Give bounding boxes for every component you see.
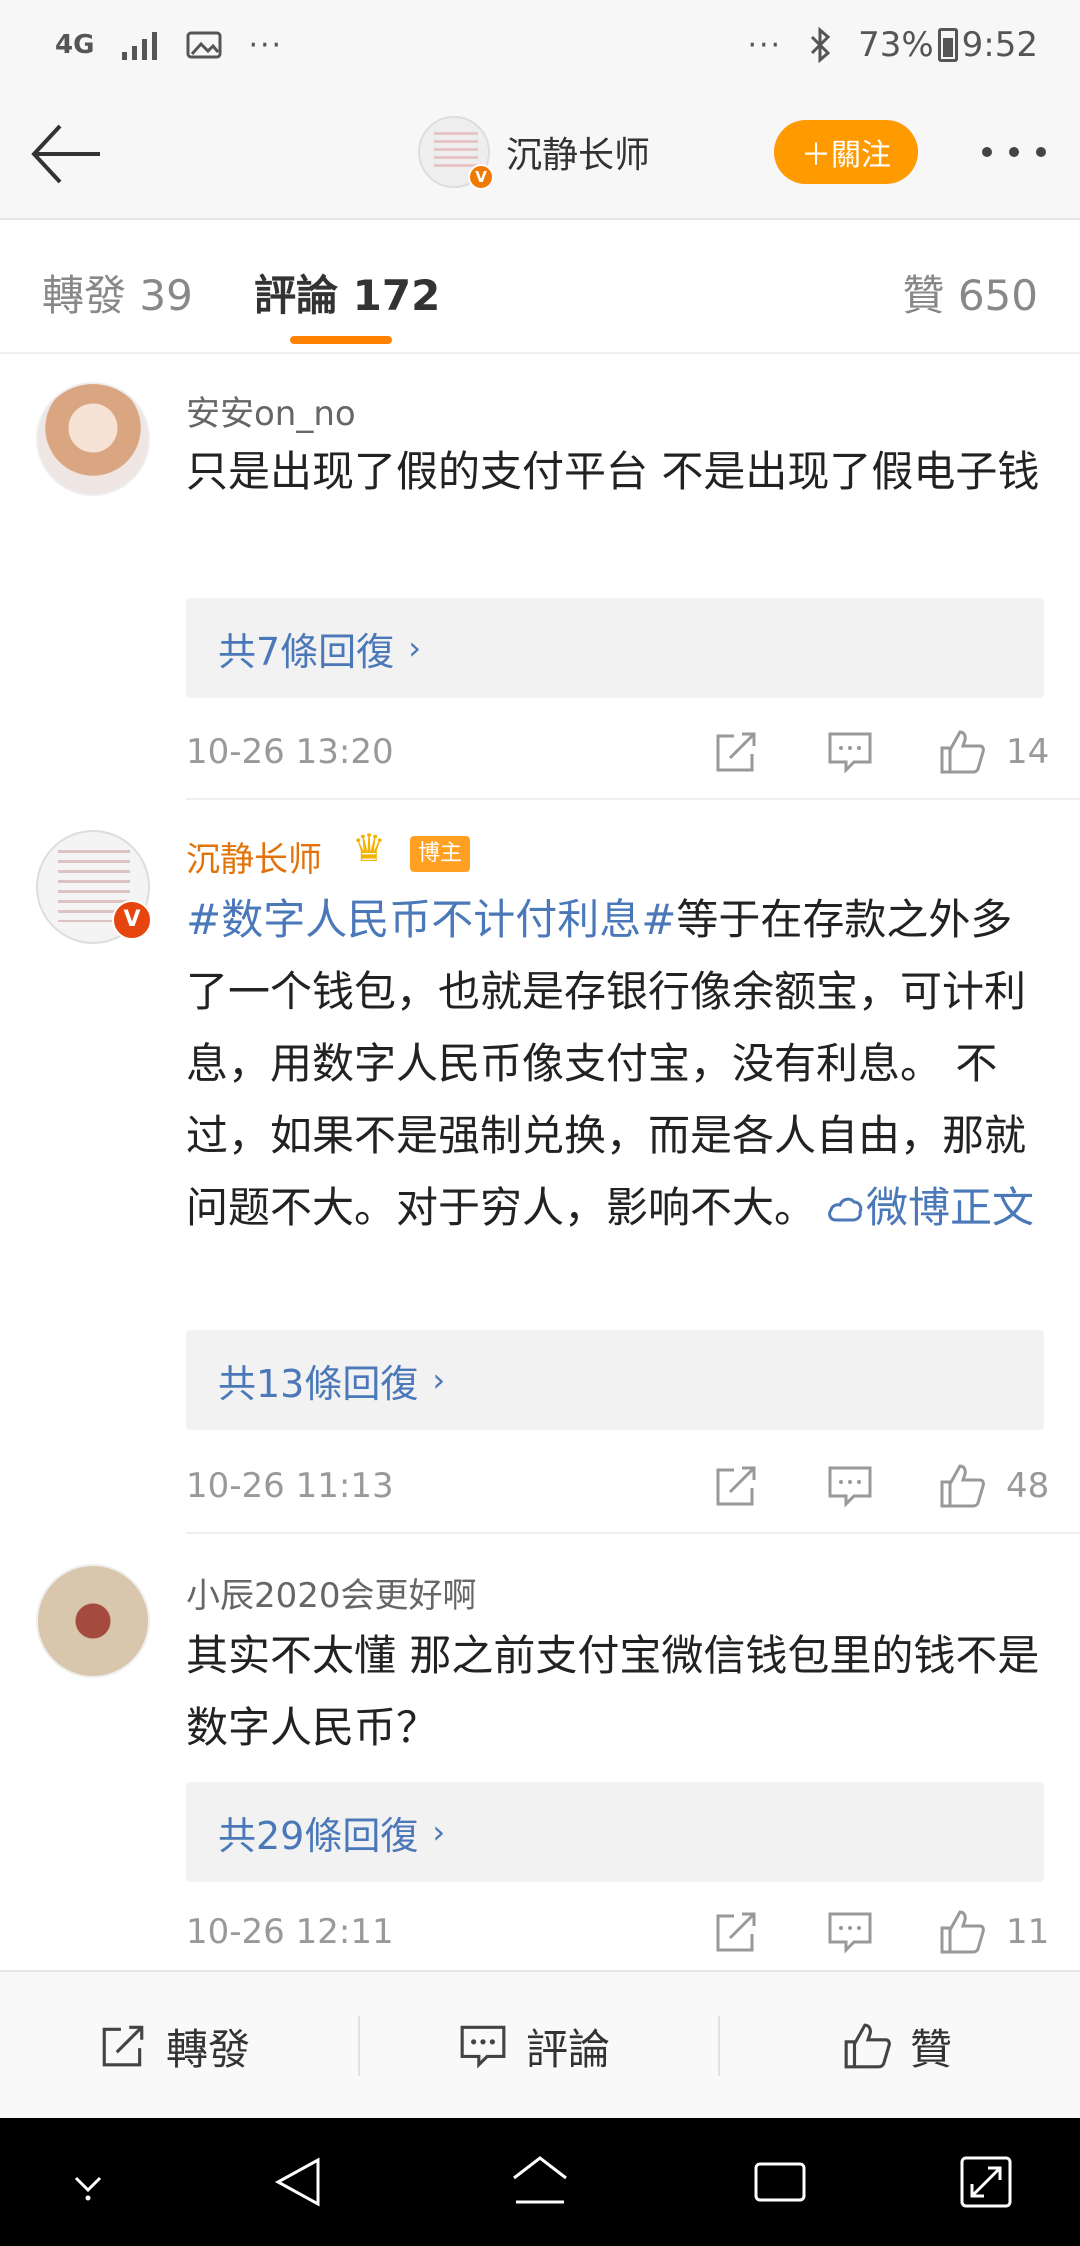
divider <box>186 798 1080 800</box>
comment-icon <box>460 2025 506 2069</box>
tab-bar: 轉發 39 評論 172 贊 650 <box>0 222 1080 354</box>
like-count: 48 <box>1006 1466 1050 1506</box>
author-name[interactable]: 沉静长师 <box>506 126 650 178</box>
active-tab-indicator <box>290 336 392 344</box>
blogger-badge: 博主 <box>410 836 471 872</box>
bottom-action-bar: 轉發 評論 贊 <box>0 1970 1080 2118</box>
comment-button[interactable]: 評論 <box>458 1972 610 2120</box>
system-nav-bar <box>0 2118 1080 2246</box>
battery-percent: 73% <box>858 25 934 65</box>
weibo-link-label: 微博正文 <box>866 1183 1035 1232</box>
share-icon[interactable] <box>712 728 760 776</box>
crown-icon: ♛ <box>352 826 387 870</box>
repost-icon <box>102 2025 144 2067</box>
chevron-right-icon: › <box>432 1813 446 1851</box>
commenter-name[interactable]: 安安on_no <box>186 386 356 435</box>
separator <box>358 2016 360 2076</box>
like-icon[interactable] <box>938 728 986 776</box>
commenter-avatar[interactable]: V <box>36 830 152 944</box>
view-replies-button[interactable]: 共13條回復 › <box>186 1330 1044 1430</box>
comment-body: 等于在存款之外多了一个钱包，也就是存银行像余额宝，可计利息，用数字人民币像支付宝… <box>186 895 1027 1232</box>
separator <box>718 2016 720 2076</box>
bluetooth-icon <box>811 27 831 63</box>
commenter-avatar[interactable] <box>36 1564 150 1678</box>
comment-item: 小辰2020会更好啊 其实不太懂 那之前支付宝微信钱包里的钱不是数字人民币？ 共… <box>0 1536 1080 1968</box>
comment-text: 只是出现了假的支付平台 不是出现了假电子钱 <box>186 447 1040 496</box>
like-count: 11 <box>1006 1912 1050 1952</box>
comment-item: V 沉静长师 ♛ 博主 #数字人民币不计付利息#等于在存款之外多了一个钱包，也就… <box>0 802 1080 1534</box>
more-status: ··· <box>747 27 783 63</box>
tab-likes[interactable]: 贊 650 <box>902 262 1038 323</box>
signal-icon <box>122 32 158 60</box>
thumbs-up-icon <box>844 2023 891 2069</box>
commenter-avatar[interactable] <box>36 382 150 496</box>
hide-keyboard-icon[interactable] <box>56 2152 120 2212</box>
commenter-name[interactable]: 沉静长师 <box>186 832 322 881</box>
comment-meta: 10-26 13:20 14 <box>186 724 1049 780</box>
replies-count-label: 共7條回復 <box>218 629 395 674</box>
comment-meta: 10-26 11:13 48 <box>186 1458 1049 1514</box>
share-icon[interactable] <box>712 1908 760 1956</box>
tab-comments[interactable]: 評論 172 <box>254 262 440 323</box>
comment-text: 其实不太懂 那之前支付宝微信钱包里的钱不是数字人民币？ <box>186 1631 1040 1752</box>
like-icon[interactable] <box>938 1908 986 1956</box>
comment-text: #数字人民币不计付利息#等于在存款之外多了一个钱包，也就是存银行像余额宝，可计利… <box>186 884 1046 1244</box>
reply-icon[interactable] <box>826 728 874 776</box>
verified-badge-icon: V <box>468 164 494 190</box>
verified-badge-icon: V <box>112 900 152 940</box>
like-label: 贊 <box>910 2024 953 2074</box>
author-avatar[interactable]: V <box>418 116 494 190</box>
comment-meta: 10-26 12:11 11 <box>186 1904 1049 1960</box>
more-notifications: ··· <box>248 27 284 63</box>
chevron-right-icon: › <box>432 1361 446 1399</box>
clock: 9:52 <box>961 25 1038 65</box>
comment-label: 評論 <box>526 2024 611 2074</box>
back-arrow-icon[interactable] <box>28 120 104 188</box>
follow-button[interactable]: ＋關注 <box>774 120 918 184</box>
like-icon[interactable] <box>938 1462 986 1510</box>
comment-timestamp: 10-26 12:11 <box>186 1912 394 1952</box>
comment-timestamp: 10-26 11:13 <box>186 1466 394 1506</box>
recent-apps-icon[interactable] <box>748 2152 812 2212</box>
repost-button[interactable]: 轉發 <box>98 1972 250 2120</box>
top-header: V 沉静长师 ＋關注 <box>0 90 1080 220</box>
replies-count-label: 共13條回復 <box>218 1361 419 1406</box>
commenter-name[interactable]: 小辰2020会更好啊 <box>186 1568 477 1617</box>
back-nav-icon[interactable] <box>268 2152 332 2212</box>
view-replies-button[interactable]: 共7條回復 › <box>186 598 1044 698</box>
repost-label: 轉發 <box>166 2024 251 2074</box>
network-indicator: 4G <box>55 30 95 60</box>
fullscreen-icon[interactable] <box>954 2152 1018 2212</box>
weibo-link[interactable]: 微博正文 <box>816 1183 1034 1232</box>
comment-item: 安安on_no 只是出现了假的支付平台 不是出现了假电子钱 共7條回復 › 10… <box>0 356 1080 800</box>
reply-icon[interactable] <box>826 1908 874 1956</box>
author-info[interactable]: V 沉静长师 <box>418 116 650 190</box>
share-icon[interactable] <box>712 1462 760 1510</box>
divider <box>186 1532 1080 1534</box>
more-options-icon[interactable] <box>978 130 1050 174</box>
reply-icon[interactable] <box>826 1462 874 1510</box>
like-button[interactable]: 贊 <box>842 1972 952 2120</box>
link-icon <box>828 1197 863 1222</box>
like-count: 14 <box>1006 732 1050 772</box>
tab-reposts[interactable]: 轉發 39 <box>42 262 193 323</box>
view-replies-button[interactable]: 共29條回復 › <box>186 1782 1044 1882</box>
image-icon <box>186 31 222 59</box>
chevron-right-icon: › <box>408 629 421 667</box>
hashtag-link[interactable]: #数字人民币不计付利息# <box>186 895 676 944</box>
replies-count-label: 共29條回復 <box>218 1813 419 1858</box>
home-nav-icon[interactable] <box>508 2152 572 2212</box>
comment-timestamp: 10-26 13:20 <box>186 732 394 772</box>
battery-icon <box>937 28 958 62</box>
status-bar: 4G ··· ··· 73% 9:52 <box>0 0 1080 90</box>
